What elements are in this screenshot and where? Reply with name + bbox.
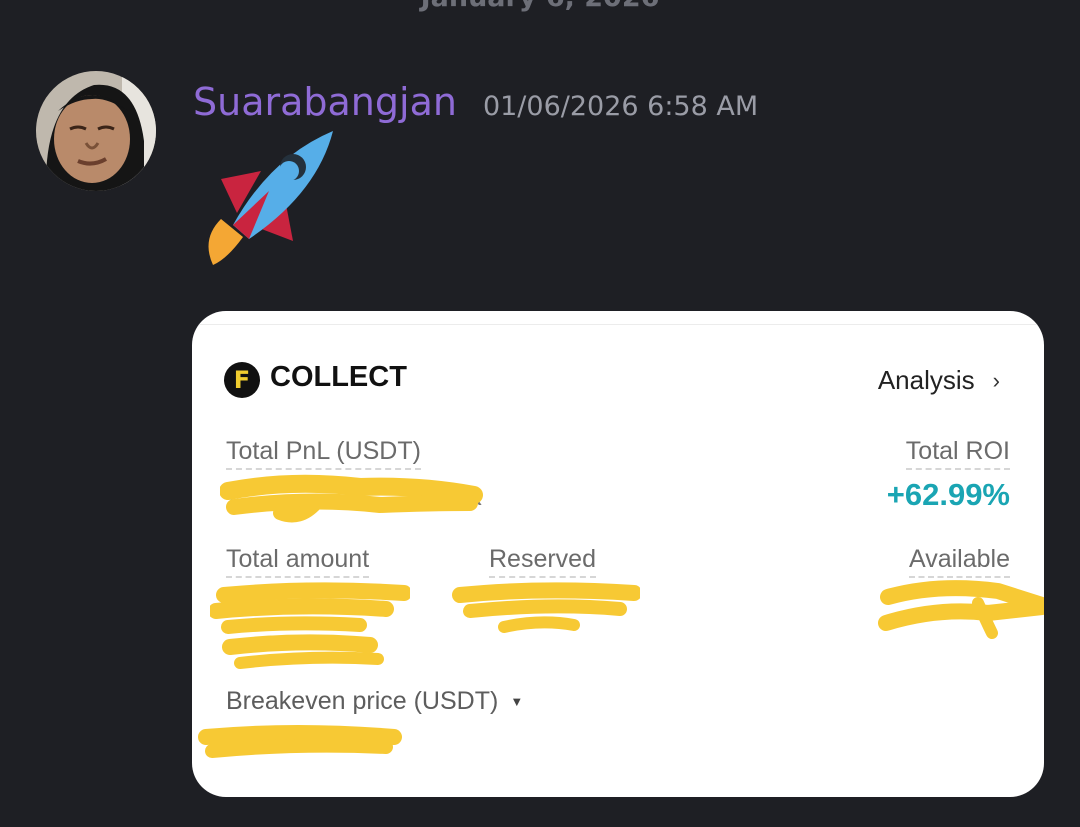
redaction-scribble (878, 580, 1044, 639)
reserved-label: Reserved (489, 545, 596, 578)
total-amount-label: Total amount (226, 545, 370, 578)
rocket-icon (208, 131, 333, 265)
total-pnl-label: Total PnL (USDT) (226, 437, 421, 470)
chevron-right-icon: › (992, 367, 1000, 393)
avatar[interactable] (36, 71, 156, 191)
avatar-image (36, 71, 156, 191)
total-roi-value: +62.99% (886, 477, 1010, 512)
redaction-scribble (220, 474, 483, 523)
pnl-value-partial: + (224, 479, 240, 509)
breakeven-dropdown[interactable]: Breakeven price (USDT) ▼ (226, 687, 523, 716)
redaction-scribble (198, 725, 402, 758)
date-divider: January 6, 2026 (0, 0, 1080, 13)
breakeven-label: Breakeven price (USDT) (226, 687, 499, 715)
analysis-label: Analysis (877, 365, 975, 395)
caret-down-icon: ▼ (510, 694, 524, 709)
embedded-screenshot-card[interactable]: F COLLECT Analysis › Total PnL (USDT) To… (192, 311, 1044, 797)
redaction-scribble (452, 582, 640, 633)
total-roi-label: Total ROI (905, 437, 1010, 470)
brand-name: COLLECT (270, 361, 407, 393)
redaction-scribble (210, 582, 410, 669)
card-divider (192, 324, 1044, 325)
available-label: Available (908, 545, 1010, 578)
rocket-emoji[interactable] (193, 127, 338, 272)
logo-letter: F (233, 366, 251, 394)
collect-logo: F (224, 362, 260, 398)
pnl-value-partial: R (464, 481, 483, 511)
timestamp: 01/06/2026 6:58 AM (482, 91, 759, 122)
analysis-link[interactable]: Analysis › (878, 365, 1000, 396)
username[interactable]: Suarabangjan (193, 80, 457, 124)
